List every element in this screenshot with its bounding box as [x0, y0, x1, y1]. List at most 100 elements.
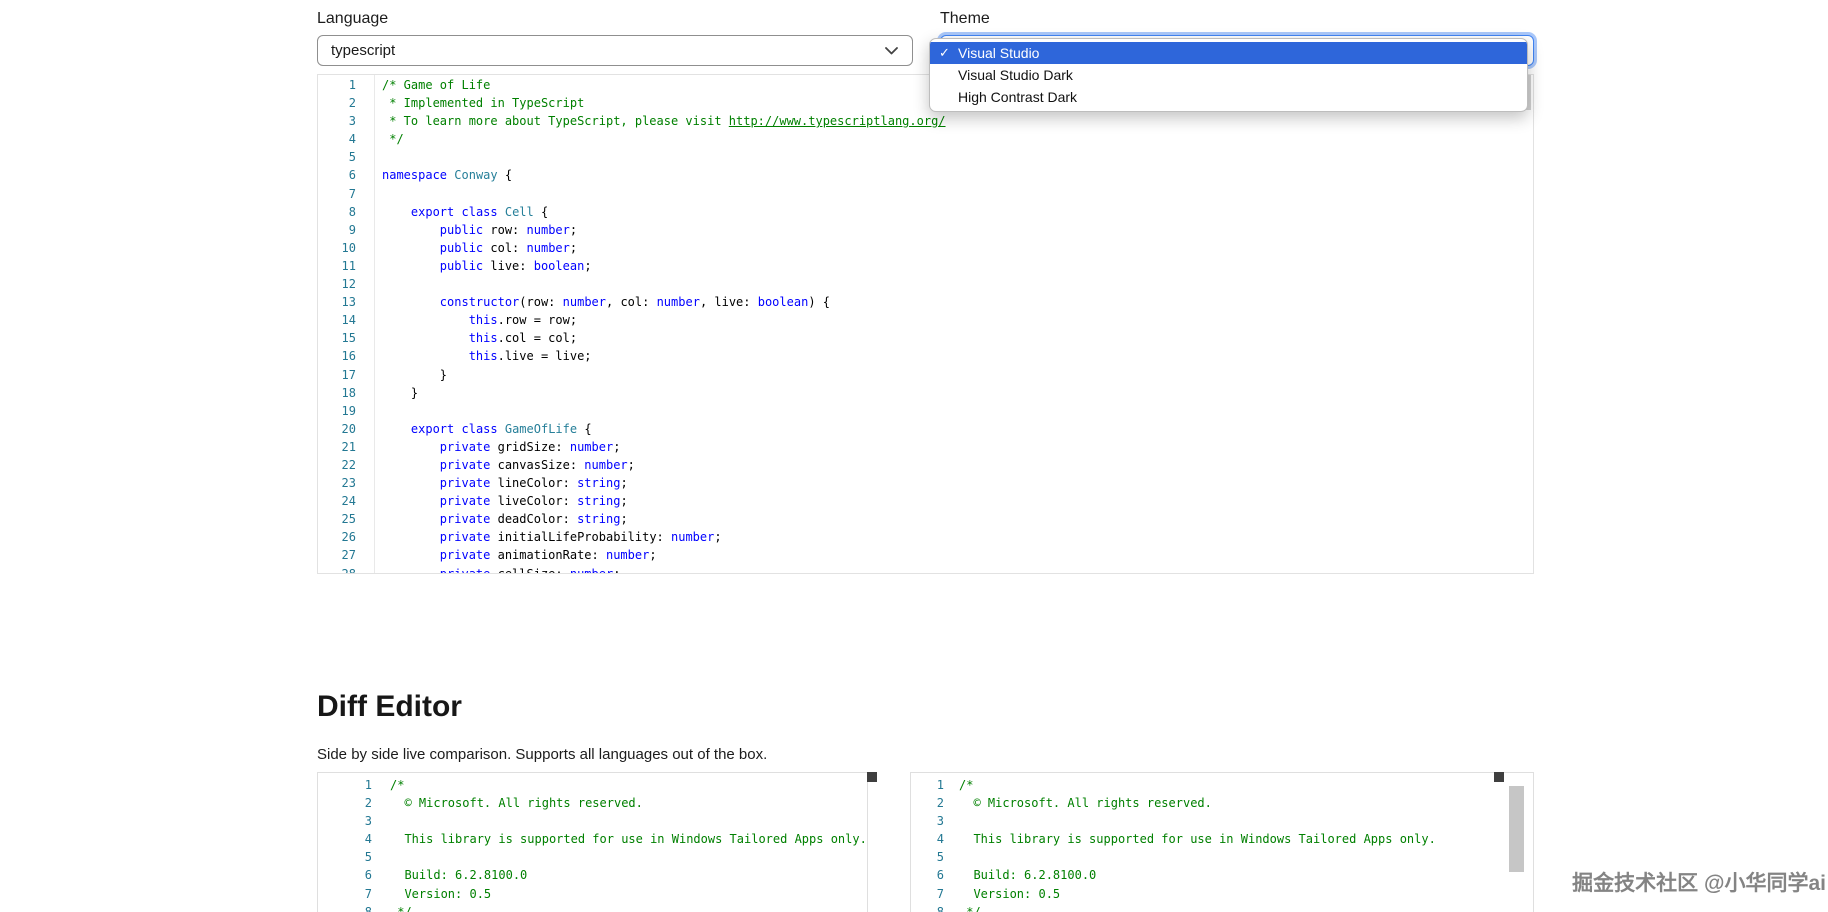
gutter-spacer [356, 76, 382, 94]
code-token: live: [483, 258, 534, 273]
code-text: private initialLifeProbability: number; [382, 528, 722, 546]
code-token: boolean [757, 295, 809, 310]
gutter-spacer [944, 794, 959, 812]
theme-option[interactable]: Visual Studio Dark [930, 64, 1527, 86]
code-line: 8 export class Cell { [318, 203, 1533, 221]
line-number: 15 [341, 331, 356, 346]
line-number: 24 [341, 494, 356, 509]
code-token: * Implemented in TypeScript [382, 96, 585, 111]
diff-editor-modified[interactable]: 1/* 2 © Microsoft. All rights reserved. 3 4… [910, 772, 1534, 912]
code-token: ; [649, 548, 657, 563]
code-token: string [577, 476, 621, 491]
gutter-spacer [356, 203, 382, 221]
line-number: 9 [348, 222, 356, 237]
language-select[interactable]: typescript [317, 35, 913, 66]
code-text: Version: 0.5 [959, 885, 1060, 903]
gutter-spacer [356, 275, 382, 293]
gutter-spacer [372, 866, 390, 884]
line-number: 4 [348, 132, 356, 147]
theme-option-label: High Contrast Dark [958, 89, 1078, 105]
code-text: this.row = row; [382, 311, 577, 329]
code-token: class [461, 421, 498, 436]
line-number: 21 [341, 439, 356, 454]
gutter-spacer [372, 794, 390, 812]
gutter-spacer [944, 776, 959, 794]
code-line: 15 this.col = col; [318, 329, 1533, 347]
gutter-spacer [356, 510, 382, 528]
code-token: ; [627, 457, 635, 472]
code-text: * Implemented in TypeScript [382, 94, 584, 112]
line-number: 10 [341, 240, 356, 255]
code-token: number [584, 457, 628, 472]
code-line: 3 * To learn more about TypeScript, plea… [318, 112, 1533, 130]
diff-editor-original[interactable]: 1/* 2 © Microsoft. All rights reserved. 3 4… [317, 772, 868, 912]
overview-ruler-mark [1494, 772, 1504, 782]
code-text: /* [390, 776, 404, 794]
code-line: 25 private deadColor: string; [318, 510, 1533, 528]
code-line: 8 */ [318, 903, 867, 912]
diff-scrollbar-thumb[interactable] [1509, 786, 1524, 872]
code-line: 23 private lineColor: string; [318, 474, 1533, 492]
gutter-spacer [356, 166, 382, 184]
line-number: 2 [936, 796, 944, 811]
theme-dropdown-menu: ✓ Visual Studio Visual Studio Dark High Con… [929, 38, 1528, 112]
code-token: } [382, 367, 448, 382]
gutter-spacer [944, 866, 959, 884]
line-number: 17 [341, 367, 356, 382]
code-token: , live: [699, 295, 758, 310]
code-token: */ [382, 132, 404, 147]
page: Language typescript Theme ✓ Visual Studio… [0, 0, 1828, 912]
code-token: */ [390, 904, 412, 912]
theme-option[interactable]: High Contrast Dark [930, 86, 1527, 108]
code-text: Build: 6.2.8100.0 [959, 866, 1096, 884]
code-token: number [526, 222, 570, 237]
code-token: number [569, 439, 614, 454]
gutter-spacer [356, 347, 382, 365]
code-text: /* Game of Life [382, 76, 490, 94]
code-token: ) { [808, 295, 830, 310]
code-token: public [439, 240, 484, 255]
code-token: canvasSize: [490, 457, 585, 472]
code-token: /* [390, 778, 405, 792]
line-number: 3 [364, 814, 372, 829]
checkmark-icon: ✓ [939, 45, 950, 60]
line-number: 20 [341, 421, 356, 436]
gutter-spacer [356, 311, 382, 329]
gutter-spacer [356, 528, 382, 546]
gutter-spacer [944, 885, 959, 903]
code-token: /* Game of Life [382, 78, 491, 92]
code-text: namespace Conway { [382, 166, 512, 184]
line-number: 6 [348, 168, 356, 183]
code-token: } [382, 385, 419, 400]
code-token: deadColor: [490, 512, 578, 527]
code-token: © Microsoft. All rights reserved. [959, 796, 1212, 811]
line-number: 7 [348, 186, 356, 201]
code-token: This library is supported for use in Win… [390, 832, 867, 847]
code-text: * To learn more about TypeScript, please… [382, 112, 945, 130]
code-token: private [439, 457, 491, 472]
code-line: 24 private liveColor: string; [318, 492, 1533, 510]
code-token: ; [714, 530, 722, 545]
code-token: { [497, 168, 513, 183]
code-text: /* [959, 776, 973, 794]
code-line: 3 [318, 812, 867, 830]
gutter-spacer [372, 903, 390, 912]
code-line: 4 */ [318, 130, 1533, 148]
line-number: 25 [341, 512, 356, 527]
diff-editor-title: Diff Editor [317, 690, 462, 723]
gutter-spacer [944, 812, 959, 830]
code-token: animationRate: [490, 548, 606, 563]
code-text: } [382, 366, 447, 384]
line-number: 1 [348, 78, 356, 92]
code-editor[interactable]: 1 /* Game of Life 2 * Implemented in TypeS… [317, 74, 1534, 574]
code-token: ; [620, 494, 628, 509]
gutter-spacer [356, 94, 382, 112]
code-token: cellSize: [490, 566, 570, 574]
theme-option[interactable]: ✓ Visual Studio [930, 42, 1527, 64]
